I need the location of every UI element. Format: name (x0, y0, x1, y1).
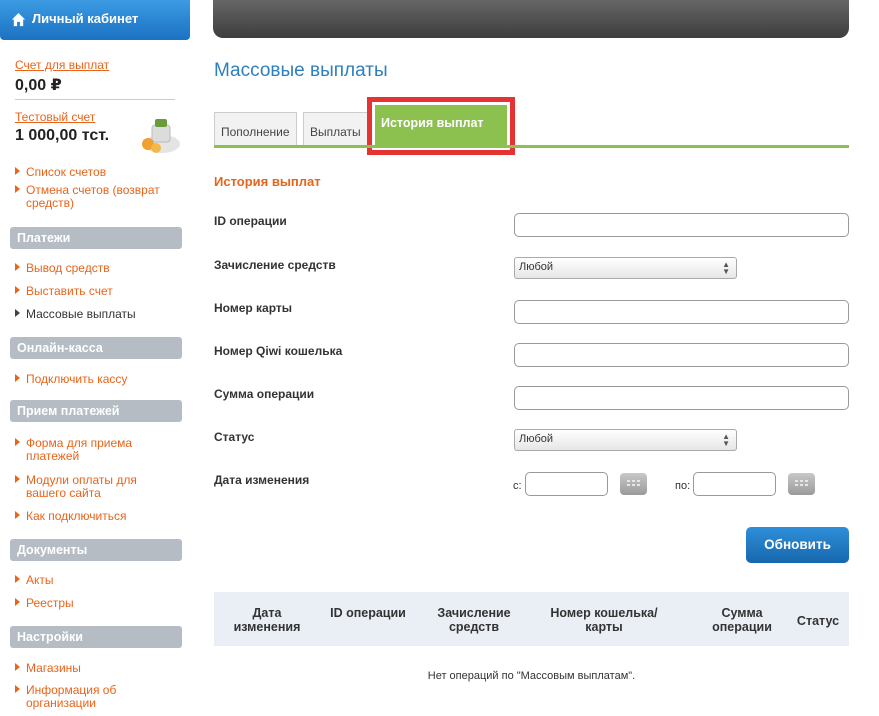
th-op-id: ID операции (330, 606, 406, 620)
account-payout-balance: 0,00 ₽ (15, 77, 62, 94)
card-label: Номер карты (214, 301, 293, 315)
divider (15, 99, 175, 100)
sidebar-item-how-to-connect[interactable]: Как подключиться (15, 510, 126, 523)
sidebar-item-acts[interactable]: Акты (15, 574, 54, 587)
tab-underline (214, 145, 849, 148)
account-test-link[interactable]: Тестовый счет (15, 110, 95, 124)
section-settings: Настройки (10, 626, 182, 648)
th-wallet-card: Номер кошелька/ карты (550, 606, 658, 634)
th-date: Дата изменения (233, 606, 301, 634)
home-icon (11, 12, 26, 27)
sum-label: Сумма операции (214, 387, 315, 401)
sidebar: Личный кабинет Счет для выплат 0,00 ₽ Те… (0, 0, 190, 716)
empty-table-message: Нет операций по "Массовым выплатам". (427, 670, 636, 682)
section-title: История выплат (214, 174, 321, 189)
credit-select[interactable]: Любой ▲ ▼ (514, 257, 737, 279)
calendar-grid-icon (627, 480, 640, 486)
sum-input[interactable] (514, 386, 849, 410)
th-status: Статус (796, 614, 840, 628)
top-bar (213, 0, 849, 38)
tab-payout-history[interactable]: История выплат (375, 105, 507, 147)
cabinet-title: Личный кабинет (32, 11, 139, 26)
sidebar-item-payment-modules[interactable]: Модули оплаты для вашего сайта (15, 474, 156, 500)
sidebar-item-payment-form[interactable]: Форма для приема платежей (15, 437, 146, 463)
arrow-right-icon (15, 167, 20, 175)
arrow-right-icon (15, 598, 20, 606)
arrow-right-icon (15, 511, 20, 519)
arrow-right-icon (15, 286, 20, 294)
card-input[interactable] (514, 300, 849, 324)
status-label: Статус (214, 430, 255, 444)
sidebar-item-organization-info[interactable]: Информация об организации (15, 684, 146, 710)
select-arrows-icon: ▲ ▼ (722, 260, 730, 276)
sidebar-item-shops[interactable]: Магазины (15, 662, 81, 675)
sidebar-item-registries[interactable]: Реестры (15, 597, 74, 610)
qiwi-input[interactable] (514, 343, 849, 367)
arrow-right-icon (15, 685, 20, 693)
qiwi-label: Номер Qiwi кошелька (214, 344, 343, 358)
arrow-right-icon (15, 309, 20, 317)
table-header: Дата изменения ID операции Зачисление ср… (214, 592, 849, 646)
sidebar-item-mass-payouts[interactable]: Массовые выплаты (15, 308, 136, 321)
update-button[interactable]: Обновить (746, 527, 849, 563)
date-from-input[interactable] (525, 472, 608, 496)
calendar-icon[interactable] (620, 473, 647, 495)
arrow-right-icon (15, 475, 20, 483)
section-receiving-payments: Прием платежей (10, 400, 182, 422)
th-sum: Сумма операции (712, 606, 772, 634)
date-from-label: с: (513, 480, 522, 492)
account-payout-link[interactable]: Счет для выплат (15, 58, 109, 72)
sidebar-item-connect-kassa[interactable]: Подключить кассу (15, 373, 127, 386)
sidebar-item-accounts-list[interactable]: Список счетов (15, 166, 106, 179)
arrow-right-icon (15, 374, 20, 382)
section-documents: Документы (10, 539, 182, 561)
op-id-input[interactable] (514, 213, 849, 237)
tab-deposit[interactable]: Пополнение (214, 112, 297, 146)
account-test-balance: 1 000,00 тст. (15, 127, 110, 144)
arrow-right-icon (15, 185, 20, 193)
credit-label: Зачисление средств (214, 258, 336, 272)
date-to-input[interactable] (693, 472, 776, 496)
arrow-right-icon (15, 663, 20, 671)
tab-payouts[interactable]: Выплаты (303, 112, 368, 146)
status-select[interactable]: Любой ▲ ▼ (514, 429, 737, 451)
section-online-kassa: Онлайн-касса (10, 337, 182, 359)
sidebar-item-cancel-invoices[interactable]: Отмена счетов (возврат средств) (15, 184, 166, 210)
coins-icon (142, 119, 180, 153)
page-title: Массовые выплаты (214, 60, 388, 81)
select-arrows-icon: ▲ ▼ (722, 432, 730, 448)
calendar-icon[interactable] (788, 473, 815, 495)
arrow-right-icon (15, 263, 20, 271)
calendar-grid-icon (795, 480, 808, 486)
cabinet-header[interactable]: Личный кабинет (0, 0, 190, 40)
date-to-label: по: (675, 480, 691, 492)
sidebar-item-issue-invoice[interactable]: Выставить счет (15, 285, 113, 298)
arrow-right-icon (15, 438, 20, 446)
section-payments: Платежи (10, 227, 182, 249)
th-credit: Зачисление средств (437, 606, 511, 634)
date-label: Дата изменения (214, 473, 310, 487)
arrow-right-icon (15, 575, 20, 583)
sidebar-item-withdraw[interactable]: Вывод средств (15, 262, 110, 275)
op-id-label: ID операции (214, 214, 287, 228)
